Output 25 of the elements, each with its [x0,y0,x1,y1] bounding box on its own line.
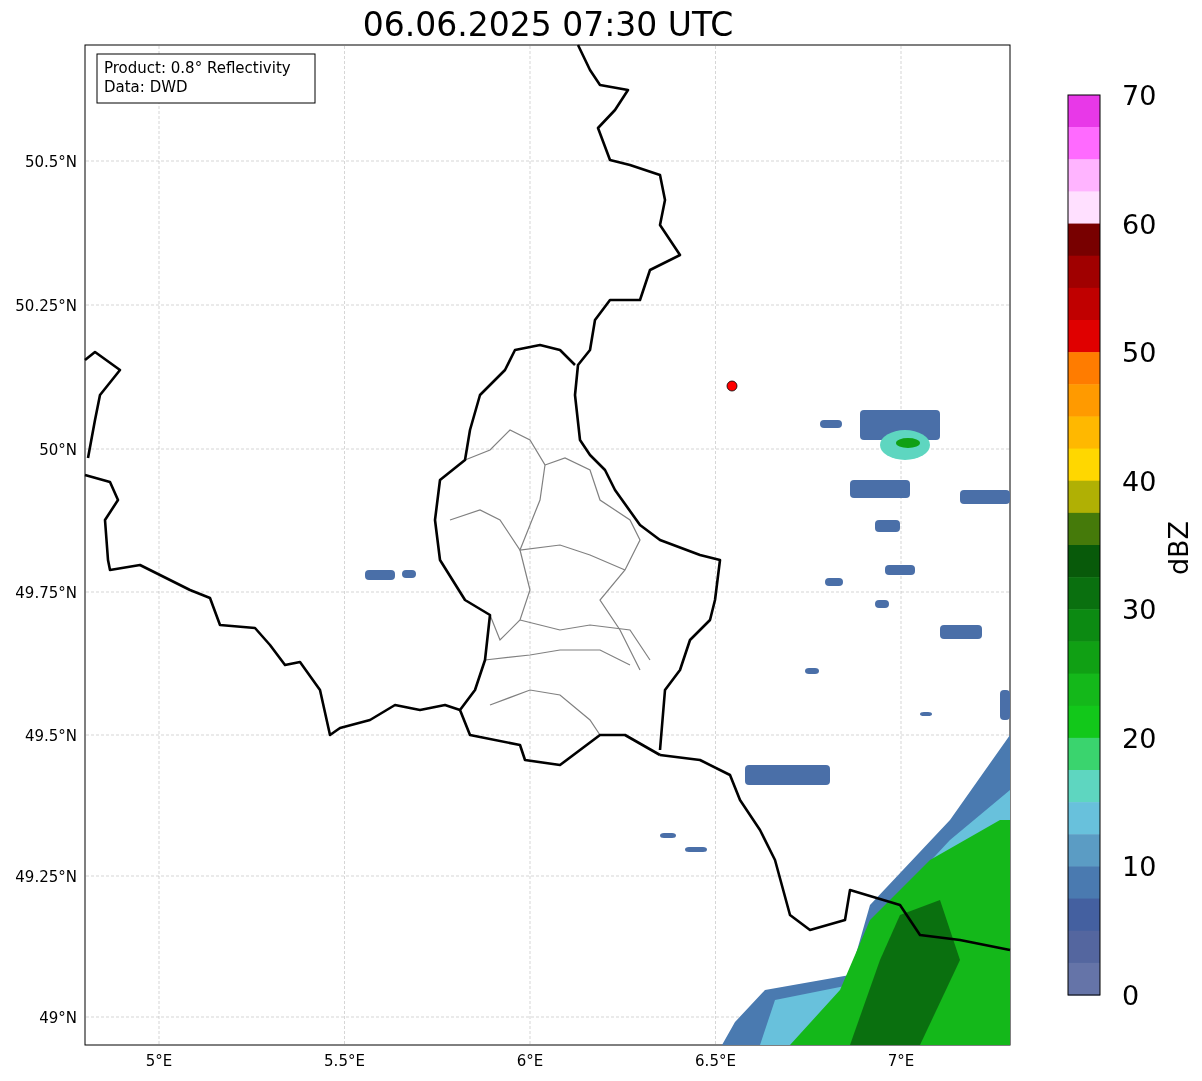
colorbar-tick-label: 70 [1122,80,1157,111]
colorbar-label: dBZ [1163,520,1194,576]
colorbar-tick-label: 30 [1122,594,1157,626]
colorbar-tick-label: 10 [1122,851,1157,883]
longitude-label: 5°E [145,1052,173,1070]
latitude-label: 49.5°N [24,727,77,745]
latitude-label: 50.25°N [15,297,77,315]
latitude-label: 49.75°N [15,584,77,602]
chart-title: 06.06.2025 07:30 UTC [362,5,734,44]
colorbar-tick-label: 50 [1122,337,1157,369]
longitude-label: 5.5°E [324,1052,365,1070]
latitude-label: 49°N [39,1009,77,1027]
colorbar-tick-label: 40 [1122,465,1157,497]
info-text: Product: 0.8° Reflectivity [104,59,291,77]
longitude-label: 6°E [516,1052,544,1070]
info-text: Data: DWD [104,78,188,96]
station-marker [726,380,738,392]
latitude-label: 50°N [39,441,77,459]
colorbar-tick-label: 20 [1122,722,1157,754]
latitude-label: 49.25°N [15,868,77,886]
longitude-label: 7°E [887,1052,915,1070]
longitude-label: 6.5°E [695,1052,736,1070]
colorbar-tick-label: 60 [1122,208,1157,240]
colorbar-tick-label: 0 [1122,980,1140,1011]
latitude-label: 50.5°N [24,153,77,171]
